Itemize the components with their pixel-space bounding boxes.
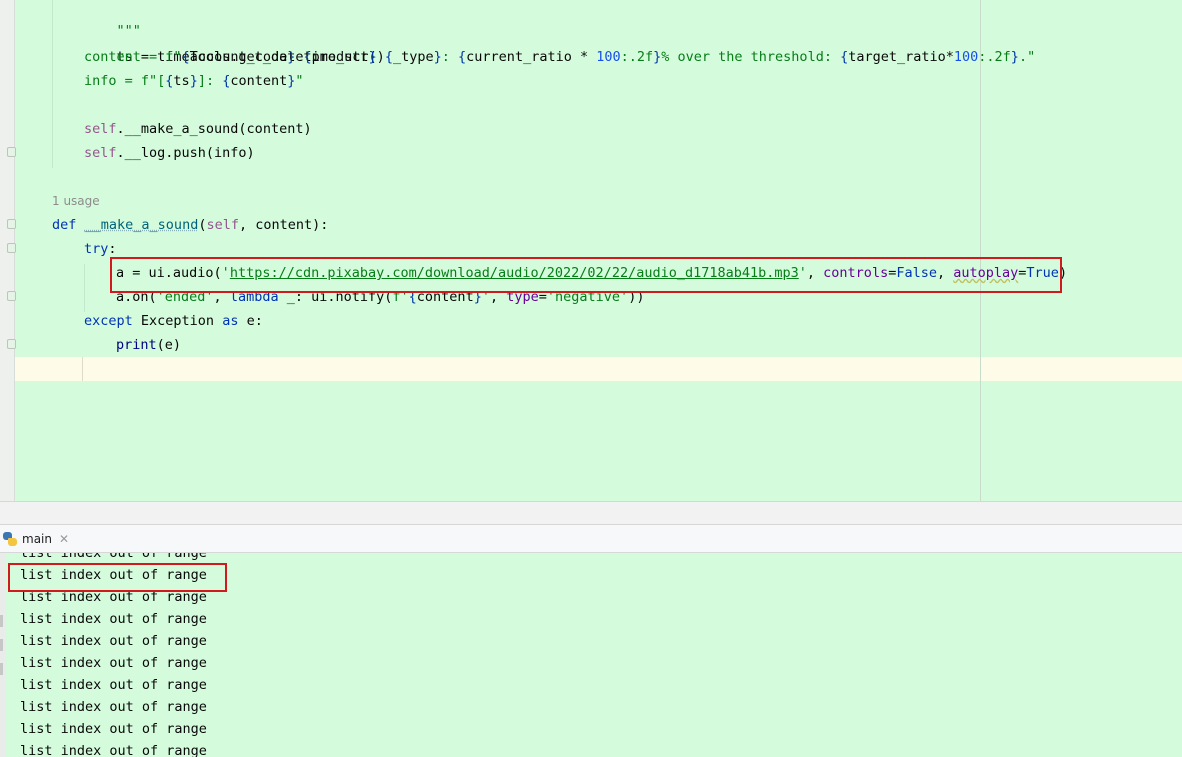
code-token: { — [303, 49, 312, 65]
highlight-box-error-line — [8, 563, 227, 592]
code-token: :.2f — [978, 49, 1011, 65]
code-token: 100 — [596, 49, 621, 65]
code-token: e: — [238, 313, 263, 329]
code-token: .__make_a_sound(content) — [116, 121, 312, 137]
fold-end-icon[interactable] — [7, 291, 16, 301]
console-output-line: list index out of range — [20, 677, 207, 693]
indent-guide — [82, 357, 83, 381]
console-gutter — [0, 553, 6, 757]
fold-start-icon[interactable] — [7, 243, 16, 253]
python-icon — [2, 531, 18, 547]
code-token: _type — [392, 49, 434, 65]
code-token: .__log.push(info) — [116, 145, 255, 161]
tab-main-label: main — [22, 532, 52, 546]
code-token: ts — [173, 73, 190, 89]
fold-start-icon[interactable] — [7, 219, 16, 229]
code-line-content: content = f"{account_code} {product} {_t… — [84, 45, 1035, 69]
code-token: info = f"[ — [84, 73, 166, 89]
code-token: try — [84, 241, 109, 257]
scroll-marker — [0, 663, 3, 675]
code-token: self — [84, 121, 117, 137]
code-token: } — [433, 49, 442, 65]
code-token: { — [181, 49, 190, 65]
highlight-box-audio-line — [110, 257, 1062, 293]
code-token: : — [108, 241, 117, 257]
indent-guide — [52, 0, 53, 168]
code-token: 100 — [953, 49, 979, 65]
code-token: account_code — [189, 49, 288, 65]
code-editor[interactable]: """ ts = timeTools.get_datetime_str() co… — [0, 0, 1182, 501]
indent-guide — [84, 264, 85, 312]
code-line-info: info = f"[{ts}]: {content}" — [84, 69, 304, 93]
code-token: { — [384, 49, 393, 65]
close-icon[interactable]: ✕ — [59, 532, 69, 546]
code-line-except: except Exception as e: — [84, 309, 263, 333]
code-token: self — [84, 145, 117, 161]
code-token: , content): — [238, 217, 329, 233]
run-tab-bar: main ✕ — [0, 525, 1182, 553]
tab-main[interactable]: main ✕ — [0, 525, 69, 553]
console-output-line: list index out of range — [20, 699, 207, 715]
code-token: content = f" — [84, 49, 182, 65]
code-token: " — [295, 73, 304, 89]
current-line-highlight — [14, 357, 1182, 381]
right-margin-guide — [980, 0, 981, 501]
code-token: } — [189, 73, 198, 89]
code-token: target_ratio* — [848, 49, 954, 65]
code-token: Exception — [132, 313, 223, 329]
code-token: : — [441, 49, 459, 65]
code-token: self — [206, 217, 239, 233]
console-output-line: list index out of range — [20, 721, 207, 737]
code-line-ts: ts = timeTools.get_datetime_str() — [84, 21, 385, 65]
editor-gutter — [0, 0, 16, 501]
code-token: as — [222, 313, 239, 329]
console-output-line: list index out of range — [20, 611, 207, 627]
code-line-docstring-end: """ — [84, 0, 141, 39]
code-token: product — [311, 49, 369, 65]
code-line-log-push: self.__log.push(info) — [84, 141, 255, 165]
code-token: print — [116, 337, 157, 353]
run-console[interactable]: list index out of range list index out o… — [0, 553, 1182, 757]
fold-end-icon[interactable] — [7, 339, 16, 349]
scroll-marker — [0, 615, 3, 627]
fold-end-icon[interactable] — [7, 147, 16, 157]
scroll-marker — [0, 639, 3, 651]
console-output-line: list index out of range — [20, 743, 207, 757]
code-token: { — [458, 49, 467, 65]
code-line-def: def __make_a_sound(self, content): — [52, 213, 328, 237]
code-token: def — [52, 217, 77, 233]
function-name: __make_a_sound — [84, 217, 199, 233]
code-token: % over the threshold: — [661, 49, 841, 65]
code-token: ." — [1018, 49, 1036, 65]
code-line-print: print(e) — [116, 333, 181, 357]
code-token: } — [1010, 49, 1019, 65]
code-token: current_ratio * — [466, 49, 597, 65]
console-output-line: list index out of range — [20, 655, 207, 671]
code-token: { — [840, 49, 849, 65]
code-token: ]: — [197, 73, 223, 89]
code-token: } — [368, 49, 377, 65]
panel-splitter[interactable] — [0, 501, 1182, 525]
code-token: (e) — [156, 337, 182, 353]
usage-hint[interactable]: 1 usage — [52, 189, 100, 213]
console-output-line: list index out of range — [20, 633, 207, 649]
code-token: content — [230, 73, 288, 89]
code-line-make-sound-call: self.__make_a_sound(content) — [84, 117, 312, 141]
code-token: except — [84, 313, 133, 329]
code-token: :.2f — [620, 49, 654, 65]
